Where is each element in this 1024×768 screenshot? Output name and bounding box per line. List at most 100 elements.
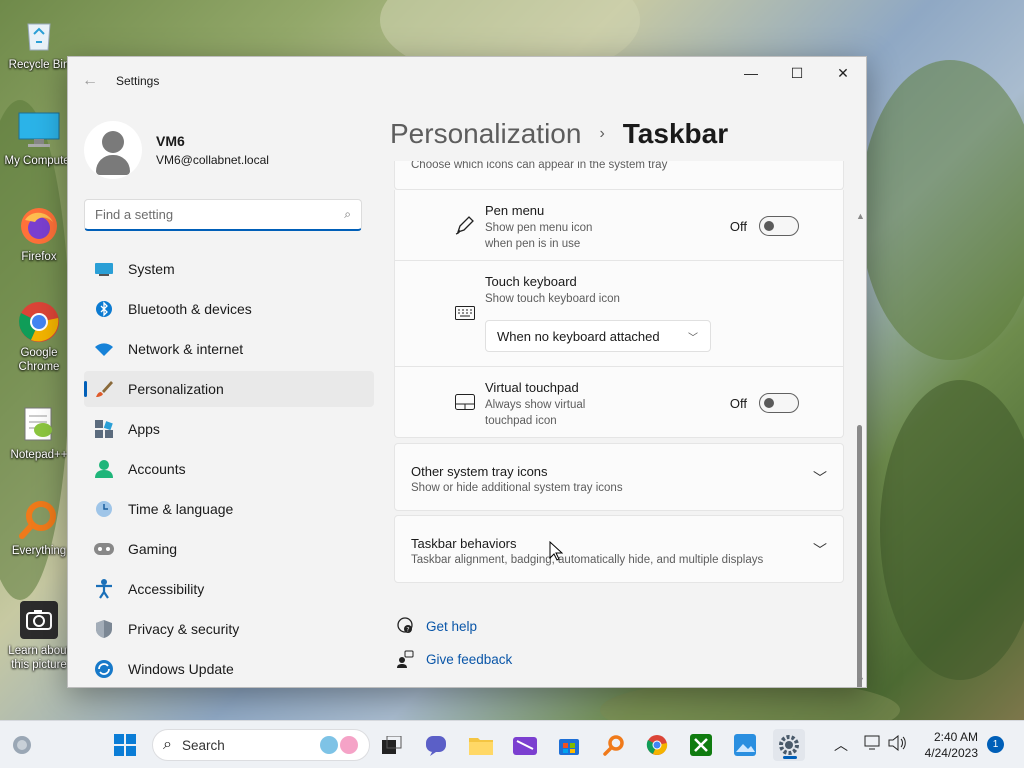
start-button[interactable]: [109, 729, 141, 761]
sidebar-item-personalization[interactable]: Personalization: [84, 371, 374, 407]
title-bar: ← Settings — ☐ ✕: [68, 57, 866, 105]
xbox-button[interactable]: [685, 729, 717, 761]
sidebar-item-apps[interactable]: Apps: [84, 411, 374, 447]
sidebar-item-accessibility[interactable]: Accessibility: [84, 571, 374, 607]
virtual-touchpad-title: Virtual touchpad: [485, 380, 579, 395]
pen-menu-title: Pen menu: [485, 203, 545, 218]
weather-icon: [13, 736, 31, 754]
taskbar-search-label: Search: [181, 737, 225, 753]
other-system-tray-icons-card[interactable]: Other system tray icons Show or hide add…: [394, 443, 844, 511]
windows-logo-icon: [114, 734, 136, 756]
task-view-icon: [382, 736, 402, 754]
system-clock[interactable]: 2:40 AM 4/24/2023: [925, 729, 978, 761]
virtual-touchpad-toggle[interactable]: [759, 393, 799, 413]
clipchamp-button[interactable]: [509, 729, 541, 761]
desktop-icon-everything[interactable]: Everything: [2, 498, 76, 558]
sidebar-item-bluetooth[interactable]: Bluetooth & devices: [84, 291, 374, 327]
desktop-icon-my-computer[interactable]: My Computer: [2, 108, 76, 168]
desktop-icon-learn-about-picture[interactable]: Learn about this picture: [2, 598, 76, 672]
scroll-up-icon[interactable]: ▲: [856, 211, 865, 221]
sidebar-item-label: Accessibility: [128, 581, 205, 597]
clock-globe-icon: [94, 499, 114, 519]
feedback-icon: [394, 650, 416, 668]
profile-email: VM6@collabnet.local: [156, 153, 269, 167]
pen-menu-toggle[interactable]: [759, 216, 799, 236]
search-icon: ⌕: [163, 736, 172, 753]
scroll-down-icon[interactable]: ▼: [856, 675, 865, 685]
wifi-icon: [94, 339, 114, 359]
clock-date: 4/24/2023: [924, 746, 978, 760]
file-explorer-button[interactable]: [465, 729, 497, 761]
sidebar-item-label: Windows Update: [128, 661, 234, 677]
chat-button[interactable]: [420, 729, 452, 761]
settings-taskbar-button[interactable]: [773, 729, 805, 761]
give-feedback-link[interactable]: Give feedback: [394, 650, 512, 668]
sidebar-item-privacy[interactable]: Privacy & security: [84, 611, 374, 647]
chat-icon: [426, 736, 446, 756]
back-button[interactable]: ←: [68, 61, 112, 101]
scrollbar[interactable]: ▲ ▼: [854, 209, 866, 687]
svg-text:?: ?: [406, 627, 409, 634]
chevron-down-icon: ﹀: [813, 542, 827, 558]
desktop-icon-firefox[interactable]: Firefox: [2, 204, 76, 264]
sidebar-item-network[interactable]: Network & internet: [84, 331, 374, 367]
system-display-icon: [94, 259, 114, 279]
pen-menu-description-2: when pen is in use: [485, 238, 581, 250]
desktop-icon-notepad-plus-plus[interactable]: Notepad++: [2, 402, 76, 462]
taskbar: ⌕ Search ︿ 2:40 AM 4/24/2023 1: [0, 720, 1024, 768]
desktop-icon-recycle-bin[interactable]: Recycle Bin: [2, 12, 76, 72]
search-input[interactable]: [95, 207, 345, 222]
sidebar-item-label: Network & internet: [128, 341, 244, 357]
minimize-button[interactable]: —: [728, 57, 774, 89]
desktop-icon-chrome[interactable]: Google Chrome: [2, 300, 76, 374]
show-hidden-icons-chevron-up-icon[interactable]: ︿: [834, 735, 848, 755]
sidebar-item-accounts[interactable]: Accounts: [84, 451, 374, 487]
other-tray-description: Show or hide additional system tray icon…: [411, 482, 623, 494]
sidebar-item-label: Apps: [128, 421, 160, 437]
sidebar-item-label: Privacy & security: [128, 621, 240, 637]
sidebar-item-label: Personalization: [128, 381, 224, 397]
profile-name: VM6: [156, 133, 185, 149]
touch-keyboard-row: Touch keyboard Show touch keyboard icon …: [394, 261, 844, 367]
search-highlight-icon: [320, 736, 358, 754]
virtual-touchpad-description-1: Always show virtual: [485, 399, 586, 411]
active-indicator: [783, 756, 797, 759]
get-help-link[interactable]: ? Get help: [394, 617, 477, 635]
close-button[interactable]: ✕: [820, 57, 866, 89]
sidebar-item-windows-update[interactable]: Windows Update: [84, 651, 374, 687]
photos-icon: [734, 734, 756, 756]
taskbar-search[interactable]: ⌕ Search: [152, 729, 370, 761]
store-button[interactable]: [553, 729, 585, 761]
pen-menu-row: Pen menu Show pen menu icon when pen is …: [394, 190, 844, 261]
paintbrush-icon: [94, 379, 114, 399]
network-icon[interactable]: [864, 735, 882, 754]
search-box[interactable]: ⌕: [84, 199, 362, 231]
sidebar-item-system[interactable]: System: [84, 251, 374, 287]
give-feedback-label: Give feedback: [426, 651, 513, 667]
everything-taskbar-button[interactable]: [598, 729, 630, 761]
desktop-icon-label: Learn about this picture: [8, 645, 70, 671]
photos-button[interactable]: [729, 729, 761, 761]
volume-icon[interactable]: [888, 734, 908, 754]
chrome-icon: [646, 735, 668, 755]
taskbar-behaviors-card[interactable]: Taskbar behaviors Taskbar alignment, bad…: [394, 515, 844, 583]
scrollbar-thumb[interactable]: [857, 425, 862, 687]
widgets-button[interactable]: [6, 729, 38, 761]
chrome-taskbar-button[interactable]: [641, 729, 673, 761]
task-view-button[interactable]: [376, 729, 408, 761]
user-profile[interactable]: VM6 VM6@collabnet.local: [68, 105, 378, 185]
get-help-label: Get help: [426, 618, 478, 634]
gamepad-icon: [94, 539, 114, 559]
sidebar-item-gaming[interactable]: Gaming: [84, 531, 374, 567]
desktop-icon-label: Everything: [11, 545, 67, 557]
update-icon: [94, 659, 114, 679]
touch-keyboard-dropdown[interactable]: When no keyboard attached ﹀: [485, 320, 711, 352]
notepad-plus-plus-icon: [17, 402, 61, 446]
breadcrumb-parent[interactable]: Personalization: [390, 118, 581, 150]
notification-badge[interactable]: 1: [987, 736, 1004, 753]
behaviors-description: Taskbar alignment, badging, automaticall…: [411, 554, 764, 566]
sidebar-item-time-language[interactable]: Time & language: [84, 491, 374, 527]
pen-menu-description-1: Show pen menu icon: [485, 222, 593, 234]
maximize-button[interactable]: ☐: [774, 57, 820, 89]
desktop-icon-label: Notepad++: [10, 449, 68, 461]
